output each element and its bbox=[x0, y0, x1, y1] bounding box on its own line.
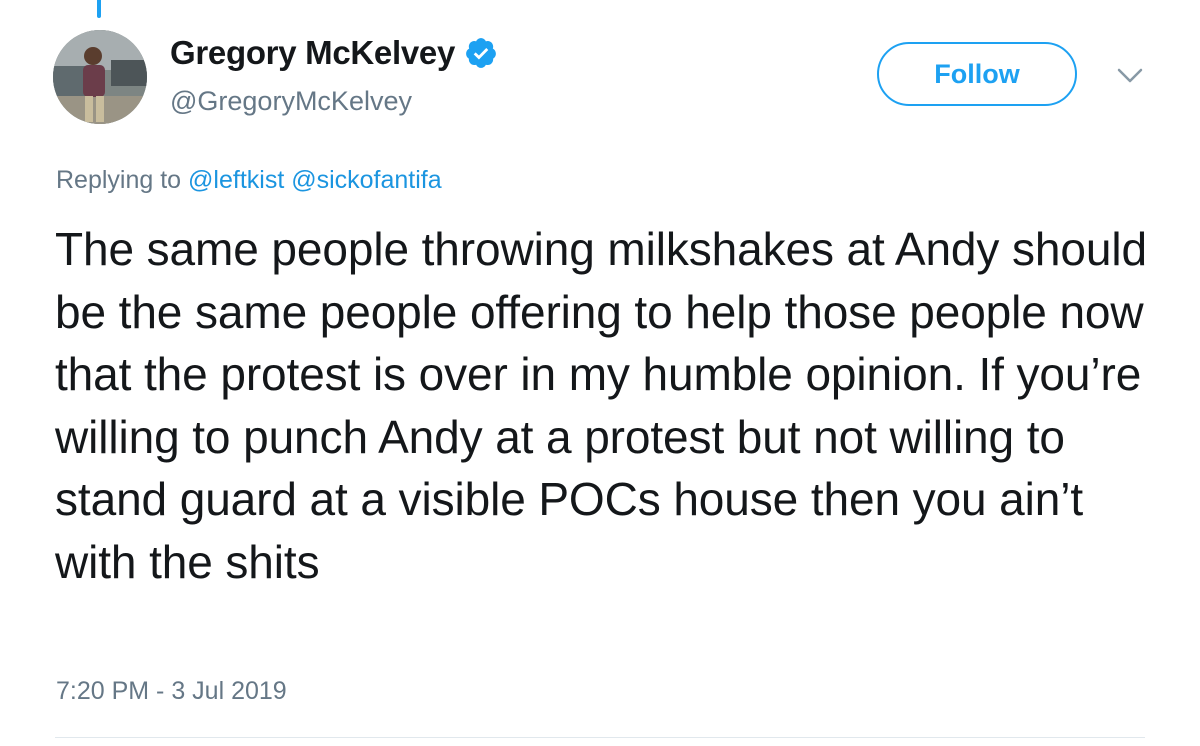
thread-connector-line bbox=[97, 0, 101, 18]
divider bbox=[55, 737, 1145, 738]
display-name[interactable]: Gregory McKelvey bbox=[170, 34, 455, 72]
follow-button[interactable]: Follow bbox=[877, 42, 1077, 106]
verified-badge-icon bbox=[464, 36, 498, 70]
tweet-text: The same people throwing milkshakes at A… bbox=[55, 223, 1147, 588]
mention-link-sickofantifa[interactable]: @sickofantifa bbox=[291, 166, 441, 194]
chevron-down-icon[interactable] bbox=[1116, 66, 1144, 86]
user-name-row: Gregory McKelvey bbox=[170, 34, 498, 72]
replying-to-label: Replying to bbox=[56, 166, 182, 194]
replying-to-line: Replying to @leftkist @sickofantifa bbox=[56, 166, 442, 195]
avatar[interactable] bbox=[53, 30, 147, 124]
user-handle[interactable]: @GregoryMcKelvey bbox=[170, 86, 412, 117]
mention-link-leftkist[interactable]: @leftkist bbox=[188, 166, 284, 194]
tweet-timestamp[interactable]: 7:20 PM - 3 Jul 2019 bbox=[56, 677, 287, 706]
